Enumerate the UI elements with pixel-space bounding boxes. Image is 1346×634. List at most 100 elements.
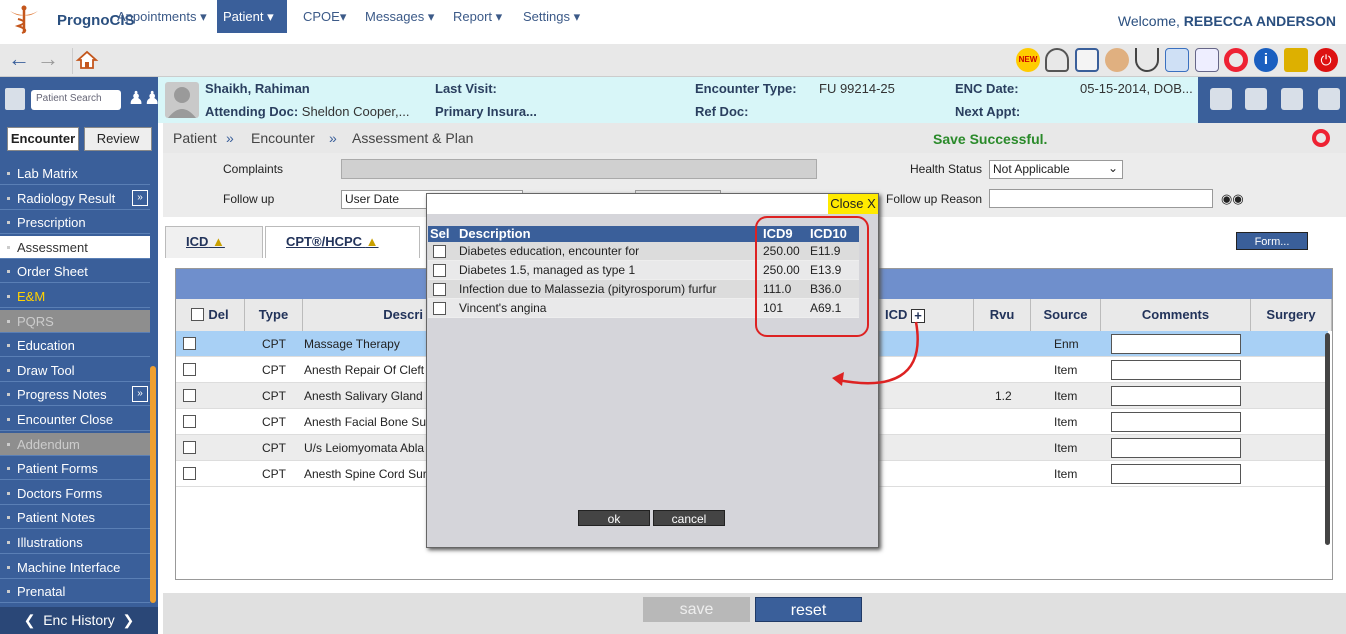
sidebar-item-label: Doctors Forms	[17, 486, 103, 501]
expand-arrow-icon[interactable]: »	[132, 386, 148, 402]
info-icon[interactable]: i	[1254, 48, 1278, 72]
doctor-note-icon[interactable]	[1281, 88, 1303, 110]
sidebar-item-lab-matrix[interactable]: Lab Matrix	[0, 162, 150, 185]
home-icon[interactable]	[72, 48, 99, 74]
save-button[interactable]: save	[643, 597, 750, 622]
sidebar-item-patient-notes[interactable]: Patient Notes	[0, 506, 150, 529]
dialog-close-button[interactable]: Close X	[828, 194, 878, 214]
expand-arrow-icon[interactable]: »	[132, 190, 148, 206]
row-comments-input[interactable]	[1111, 438, 1241, 458]
row-delete-checkbox[interactable]	[183, 389, 196, 402]
enc-history-nav[interactable]: ❮ Enc History ❯	[0, 607, 158, 634]
dialog-row-checkbox[interactable]	[433, 302, 446, 315]
sidebar-item-draw-tool[interactable]: Draw Tool	[0, 359, 150, 382]
grid-scrollbar[interactable]	[1325, 333, 1330, 545]
row-comments-input[interactable]	[1111, 386, 1241, 406]
network-icon[interactable]	[1318, 88, 1340, 110]
menu-cpoe[interactable]: CPOE▾	[297, 0, 354, 33]
follow-up-reason-input[interactable]	[989, 189, 1213, 208]
monitor-icon[interactable]	[1210, 88, 1232, 110]
mail-icon[interactable]	[1165, 48, 1189, 72]
sidebar-item-patient-forms[interactable]: Patient Forms	[0, 457, 150, 480]
sidebar-item-education[interactable]: Education	[0, 334, 150, 357]
tab-encounter[interactable]: Encounter	[7, 127, 79, 151]
sidebar-item-machine-interface[interactable]: Machine Interface	[0, 556, 150, 579]
user-icon[interactable]	[1105, 48, 1129, 72]
stethoscope-icon[interactable]	[1135, 48, 1159, 72]
row-delete-checkbox[interactable]	[183, 337, 196, 350]
health-status-label: Health Status	[910, 162, 983, 176]
sidebar-item-illustrations[interactable]: Illustrations	[0, 531, 150, 554]
sidebar-item-label: Addendum	[17, 437, 80, 452]
complaints-field[interactable]	[341, 159, 817, 179]
row-comments-input[interactable]	[1111, 464, 1241, 484]
reset-button[interactable]: reset	[755, 597, 862, 622]
sidebar-item-pqrs[interactable]: PQRS	[0, 310, 150, 333]
row-delete-checkbox[interactable]	[183, 467, 196, 480]
menu-report[interactable]: Report ▾	[447, 0, 510, 33]
calendar-clock-icon[interactable]	[1075, 48, 1099, 72]
sidebar-item-prescription[interactable]: Prescription	[0, 211, 150, 234]
dialog-ok-button[interactable]: ok	[578, 510, 650, 526]
row-comments-input[interactable]	[1111, 334, 1241, 354]
col-description: Descri	[303, 299, 428, 331]
tab-cpt[interactable]: CPT®/HCPC ▲	[265, 226, 420, 258]
row-delete-checkbox[interactable]	[183, 363, 196, 376]
dialog-row-description: Vincent's angina	[459, 301, 547, 315]
tab-icd[interactable]: ICD ▲	[165, 226, 263, 258]
menu-messages[interactable]: Messages ▾	[359, 0, 442, 33]
col-del: Del	[176, 299, 245, 331]
menu-settings[interactable]: Settings ▾	[517, 0, 588, 33]
documents-icon[interactable]	[1195, 48, 1219, 72]
back-arrow-icon[interactable]: ←	[8, 48, 30, 70]
binoculars-icon[interactable]: ◉◉	[1221, 191, 1244, 207]
menu-appointments[interactable]: Appointments ▾	[111, 0, 214, 33]
patient-search-input[interactable]: Patient Search	[31, 90, 121, 110]
user-name[interactable]: REBECCA ANDERSON	[1184, 13, 1336, 29]
select-all-checkbox[interactable]	[191, 308, 205, 321]
ref-doc-label: Ref Doc:	[695, 104, 749, 119]
sidebar-item-prenatal[interactable]: Prenatal	[0, 580, 150, 603]
form-button[interactable]: Form...	[1236, 232, 1308, 250]
sidebar-item-doctors-forms[interactable]: Doctors Forms	[0, 482, 150, 505]
sidebar-item-radiology-result[interactable]: Radiology Result »	[0, 187, 150, 210]
health-status-select[interactable]: Not Applicable ⌄	[989, 160, 1123, 179]
dialog-row-checkbox[interactable]	[433, 264, 446, 277]
row-delete-checkbox[interactable]	[183, 415, 196, 428]
menu-patient[interactable]: Patient ▾	[217, 0, 288, 33]
lifebuoy-icon[interactable]	[1224, 48, 1248, 72]
breadcrumb-encounter[interactable]: Encounter	[251, 130, 315, 146]
dialog-cancel-button[interactable]: cancel	[653, 510, 725, 526]
doctor-alert-icon[interactable]	[1245, 88, 1267, 110]
new-icon[interactable]: NEW	[1016, 48, 1040, 72]
sidebar-scrollbar[interactable]	[150, 366, 156, 603]
dialog-row-description: Infection due to Malassezia (pityrosporu…	[459, 282, 717, 296]
breadcrumb-separator: »	[226, 130, 234, 146]
patient-name[interactable]: Shaikh, Rahiman	[205, 81, 310, 96]
sidebar-item-addendum[interactable]: Addendum	[0, 433, 150, 456]
breadcrumb-patient[interactable]: Patient	[173, 130, 217, 146]
sidebar-item-progress-notes[interactable]: Progress Notes »	[0, 383, 150, 406]
dialog-row-checkbox[interactable]	[433, 283, 446, 296]
row-source: Item	[1054, 441, 1078, 455]
dialog-row-checkbox[interactable]	[433, 245, 446, 258]
sidebar-item-e-m[interactable]: E&M	[0, 285, 150, 308]
power-icon[interactable]: ⏻	[1314, 48, 1338, 72]
lock-icon[interactable]	[1284, 48, 1308, 72]
sidebar-item-encounter-close[interactable]: Encounter Close	[0, 408, 150, 431]
row-source: Item	[1054, 415, 1078, 429]
dashboard-gauge-icon[interactable]	[1045, 48, 1069, 72]
sidebar-item-order-sheet[interactable]: Order Sheet	[0, 260, 150, 283]
enc-date-value: 05-15-2014, DOB...	[1080, 81, 1193, 96]
sidebar-item-label: Progress Notes	[17, 387, 107, 402]
row-comments-input[interactable]	[1111, 360, 1241, 380]
row-delete-checkbox[interactable]	[183, 441, 196, 454]
patients-group-icon[interactable]: ♟♟	[128, 88, 160, 110]
row-comments-input[interactable]	[1111, 412, 1241, 432]
patient-list-icon[interactable]	[5, 88, 25, 110]
tab-review[interactable]: Review	[84, 127, 152, 151]
sidebar-item-assessment[interactable]: Assessment	[0, 236, 150, 259]
forward-arrow-icon[interactable]: →	[37, 48, 59, 70]
help-lifebuoy-icon[interactable]	[1312, 129, 1330, 147]
row-source: Item	[1054, 363, 1078, 377]
